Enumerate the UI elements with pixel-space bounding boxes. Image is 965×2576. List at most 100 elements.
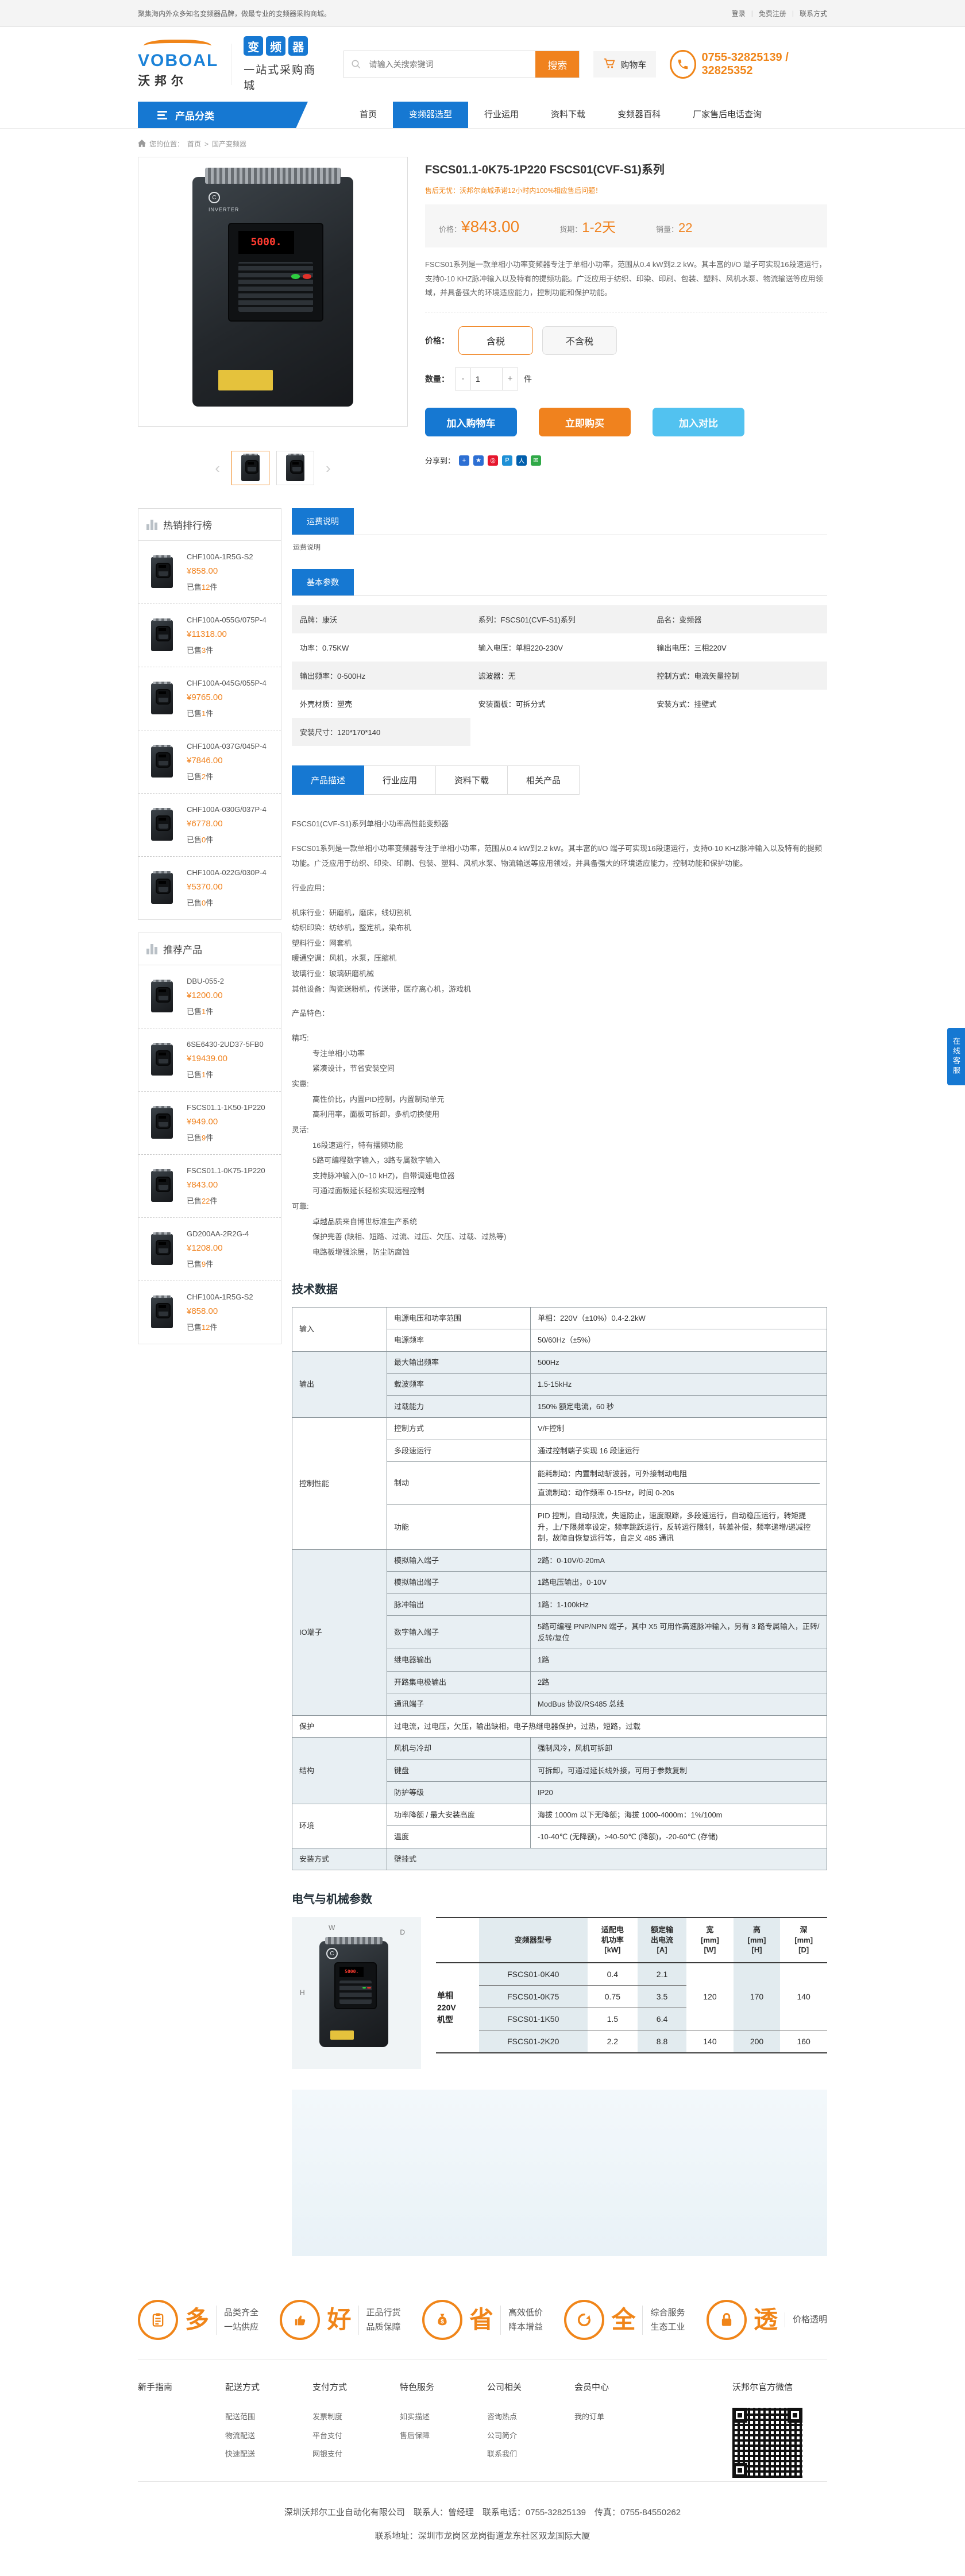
price-label: 价格：: [439, 225, 461, 234]
brand-badge: 变 频 器 一站式采购商城: [244, 36, 319, 92]
footer-col-delivery: 配送方式 配送范围 物流配送 快速配送: [225, 2381, 312, 2478]
tax-included-option[interactable]: 含税: [458, 326, 533, 355]
sales-label: 销量：: [656, 225, 678, 234]
thumbnail-1[interactable]: [231, 451, 269, 485]
footer-link[interactable]: 咨询热点: [487, 2408, 574, 2427]
tab-related[interactable]: 相关产品: [508, 765, 580, 795]
cart-button[interactable]: 购物车: [593, 51, 656, 78]
tax-excluded-option[interactable]: 不含税: [542, 326, 617, 355]
renren-icon[interactable]: 人: [516, 455, 527, 466]
online-service-tab[interactable]: 在线客服: [947, 1028, 965, 1085]
list-item[interactable]: CHF100A-055G/075P-4¥11318.00已售3件: [138, 604, 281, 667]
footer-col-payment: 支付方式 发票制度 平台支付 网银支付: [312, 2381, 400, 2478]
list-item[interactable]: CHF100A-1R5G-S2¥858.00已售12件: [138, 1281, 281, 1344]
company-address: 联系地址：深圳市龙岗区龙岗街道龙东社区双龙国际大厦: [138, 2529, 827, 2542]
service-text: 价格透明: [785, 2312, 827, 2327]
product-thumb: [145, 868, 179, 908]
search-button[interactable]: 搜索: [535, 51, 579, 78]
footer-link[interactable]: 发票制度: [312, 2408, 400, 2427]
service-text: 品类齐全一站供应: [216, 2306, 258, 2335]
tab-description[interactable]: 产品描述: [292, 765, 364, 795]
product-thumb: [145, 1166, 179, 1206]
nav-item-wiki[interactable]: 变频器百科: [601, 102, 677, 128]
dimension-photo: W D H C 5000.: [292, 1917, 421, 2069]
list-item[interactable]: CHF100A-1R5G-S2¥858.00已售12件: [138, 541, 281, 604]
breadcrumb-current: 国产变频器: [212, 139, 246, 149]
tab-downloads[interactable]: 资料下载: [436, 765, 508, 795]
prev-arrow-icon[interactable]: ‹: [210, 461, 225, 475]
red-led: [303, 274, 311, 279]
footer-link[interactable]: 如实描述: [400, 2408, 487, 2427]
page: 聚集海内外众多知名变频器品牌，做最专业的变频器采购商城。 登录 | 免费注册 |…: [0, 0, 965, 2576]
nav-item-industry[interactable]: 行业运用: [468, 102, 535, 128]
list-item[interactable]: FSCS01.1-0K75-1P220¥843.00已售22件: [138, 1155, 281, 1218]
next-arrow-icon[interactable]: ›: [321, 461, 335, 475]
thumbnail-2[interactable]: [276, 451, 314, 485]
nav-item-home[interactable]: 首页: [343, 102, 393, 128]
lock-icon: [707, 2300, 747, 2340]
nav-item-aftersale[interactable]: 厂家售后电话查询: [677, 102, 778, 128]
wechat-icon[interactable]: ✉: [531, 455, 541, 466]
service-char: 透: [754, 2308, 778, 2332]
list-item[interactable]: CHF100A-045G/055P-4¥9765.00已售1件: [138, 667, 281, 730]
share-row: 分享到： + ★ ◎ P 人 ✉: [425, 455, 827, 466]
share-more-icon[interactable]: +: [459, 455, 469, 466]
register-link[interactable]: 免费注册: [759, 9, 786, 18]
login-link[interactable]: 登录: [732, 9, 746, 18]
list-item[interactable]: CHF100A-030G/037P-4¥6778.00已售0件: [138, 794, 281, 857]
tab-shipping[interactable]: 运费说明: [292, 508, 354, 535]
nav-item-downloads[interactable]: 资料下载: [535, 102, 601, 128]
dim-label-w: W: [329, 1924, 335, 1932]
search-input[interactable]: [368, 51, 536, 78]
product-thumb: [145, 552, 179, 592]
delivery-label: 货期：: [559, 225, 582, 234]
recommend-box: 推荐产品 DBU-055-2¥1200.00已售1件 6SE6430-2UD37…: [138, 933, 281, 1344]
footer-link[interactable]: 我的订单: [574, 2408, 662, 2427]
list-item[interactable]: CHF100A-037G/045P-4¥7846.00已售2件: [138, 730, 281, 794]
pengyou-icon[interactable]: P: [502, 455, 512, 466]
quantity-minus-button[interactable]: -: [456, 368, 470, 389]
qzone-icon[interactable]: ★: [473, 455, 484, 466]
footer-link[interactable]: 网银支付: [312, 2445, 400, 2464]
contact-link[interactable]: 联系方式: [800, 9, 827, 18]
quantity-input[interactable]: [470, 368, 503, 390]
list-item[interactable]: GD200AA-2R2G-4¥1208.00已售9件: [138, 1218, 281, 1281]
quantity-plus-button[interactable]: +: [503, 368, 518, 389]
add-to-compare-button[interactable]: 加入对比: [653, 408, 744, 436]
nav-item-selection[interactable]: 变频器选型: [393, 102, 468, 128]
list-item[interactable]: CHF100A-022G/030P-4¥5370.00已售0件: [138, 857, 281, 919]
product-thumb: [145, 1103, 179, 1143]
footer-link[interactable]: 物流配送: [225, 2427, 312, 2446]
weibo-icon[interactable]: ◎: [488, 455, 498, 466]
warning-sticker: [218, 370, 273, 390]
quantity-unit: 件: [524, 373, 532, 385]
list-item[interactable]: DBU-055-2¥1200.00已售1件: [138, 965, 281, 1028]
recommend-title: 推荐产品: [163, 942, 202, 956]
product-category-button[interactable]: 产品分类: [138, 102, 308, 128]
keypad-panel: 5000.: [228, 223, 323, 322]
footer-link[interactable]: 平台支付: [312, 2427, 400, 2446]
breadcrumb-home[interactable]: 首页: [187, 139, 201, 149]
brand-logo-icon: C: [209, 192, 220, 203]
tab-industry[interactable]: 行业应用: [364, 765, 436, 795]
add-to-cart-button[interactable]: 加入购物车: [425, 408, 517, 436]
footer-link[interactable]: 配送范围: [225, 2408, 312, 2427]
service-char: 好: [327, 2308, 351, 2332]
product-summary: FSCS01系列是一款单相小功率变频器专注于单相小功率，范围从0.4 kW到2.…: [425, 258, 827, 300]
page-title: FSCS01.1-0K75-1P220 FSCS01(CVF-S1)系列: [425, 160, 827, 177]
service-char: 全: [611, 2308, 635, 2332]
footer-col-company: 公司相关 咨询热点 公司简介 联系我们: [487, 2381, 574, 2478]
breadcrumb-prefix: 您的位置：: [149, 139, 184, 149]
tab-basic-params[interactable]: 基本参数: [292, 569, 354, 595]
footer-contact: 深圳沃邦尔工业自动化有限公司 联系人：曾经理 联系电话：0755-3282513…: [138, 2481, 827, 2576]
footer-link[interactable]: 快速配送: [225, 2445, 312, 2464]
footer-link[interactable]: 公司简介: [487, 2427, 574, 2446]
footer-link[interactable]: 联系我们: [487, 2445, 574, 2464]
logo[interactable]: VOBOAL 沃邦尔: [138, 40, 229, 89]
photo-brand-text: INVERTER: [209, 207, 239, 212]
buy-now-button[interactable]: 立即购买: [539, 408, 631, 436]
list-item[interactable]: 6SE6430-2UD37-5FB0¥19439.00已售1件: [138, 1028, 281, 1092]
product-thumb: [145, 1229, 179, 1269]
list-item[interactable]: FSCS01.1-1K50-1P220¥949.00已售9件: [138, 1092, 281, 1155]
footer-link[interactable]: 售后保障: [400, 2427, 487, 2446]
